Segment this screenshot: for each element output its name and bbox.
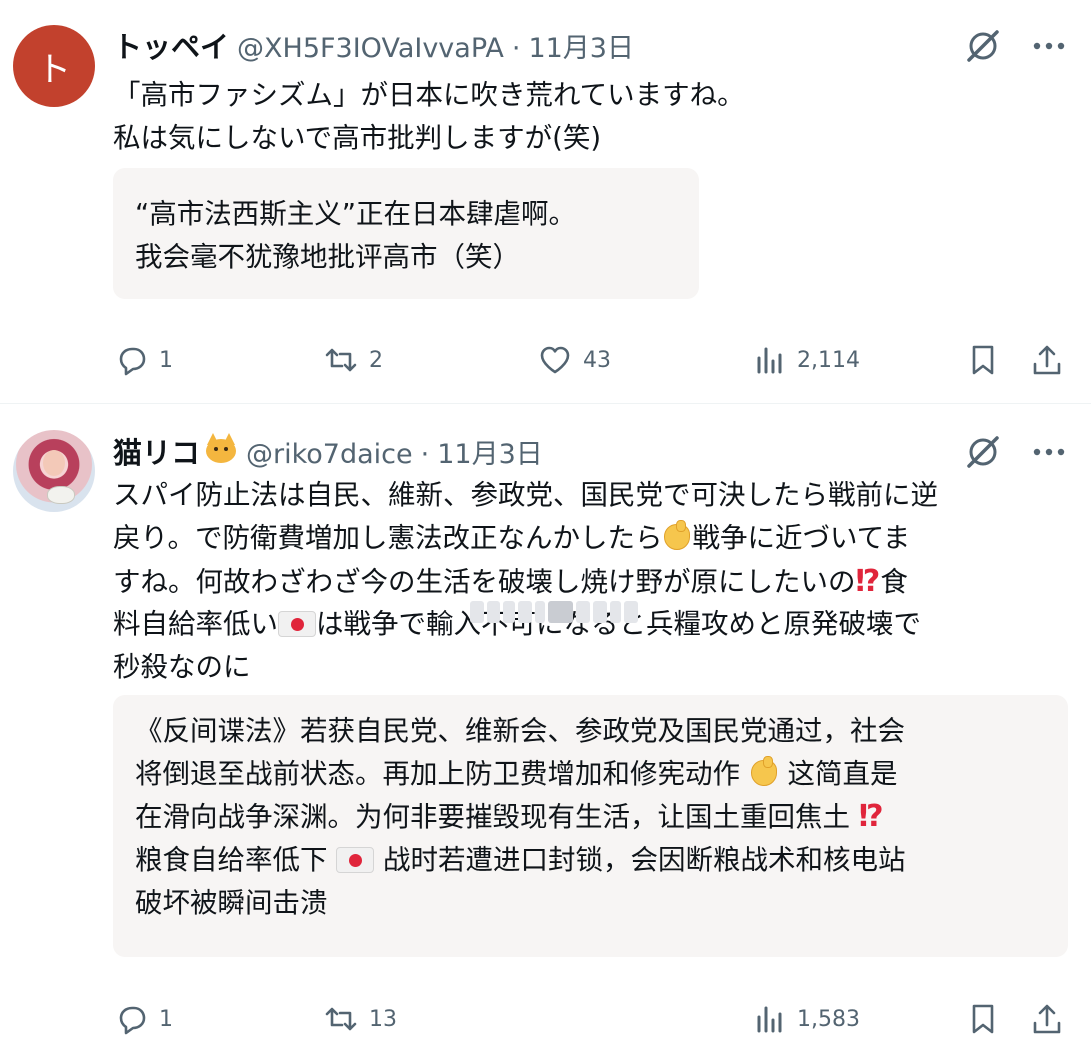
translation-box: “高市法西斯主义”正在日本肆虐啊。 我会毫不犹豫地批评高市（笑） [113, 168, 699, 299]
text-segment: 将倒退至战前状态。再加上防卫费增加和修宪动作 [135, 758, 749, 790]
like-icon [540, 346, 570, 374]
text-segment: 秒殺なのに [113, 651, 251, 683]
repost-button[interactable]: 2 [323, 338, 383, 382]
translation-box: 《反间谍法》若获自民党、维新会、参政党及国民党通过，社会 将倒退至战前状态。再加… [113, 695, 1068, 957]
share-icon [1033, 1004, 1061, 1034]
views-count: 1,583 [797, 1006, 860, 1032]
pointing-hand-icon [749, 756, 779, 787]
text-segment: 戻り。で防衛費増加し憲法改正なんかしたら [113, 522, 663, 554]
exclamation-question-icon: ⁉ [855, 564, 881, 599]
bookmark-button[interactable] [965, 338, 1001, 382]
repost-icon [325, 348, 357, 372]
separator: · [420, 439, 430, 470]
tweet-header: トッペイ @XH5F3IOVaIvvaPA · 11月3日 [113, 24, 634, 64]
bookmark-icon [972, 1004, 994, 1034]
share-button[interactable] [1029, 997, 1065, 1041]
user-handle[interactable]: @riko7daice [246, 439, 413, 470]
text-segment: 食 [880, 566, 908, 598]
tweet-header: 猫リコ @riko7daice · 11月3日 [113, 430, 543, 470]
translation-line: 粮食自给率低下 战时若遭进口封锁，会因断粮战术和核电站 [135, 839, 1046, 882]
text-segment: 粮食自给率低下 [135, 844, 337, 876]
translation-line: “高市法西斯主义”正在日本肆虐啊。 [135, 198, 576, 230]
japan-flag-icon [278, 611, 316, 637]
share-button[interactable] [1029, 338, 1065, 382]
action-bar: 1 2 43 2,114 [113, 338, 1073, 382]
tweet[interactable]: 猫リコ @riko7daice · 11月3日 スパイ防止法は自民、維新、参政党… [0, 405, 1091, 1050]
translation-line: 将倒退至战前状态。再加上防卫费增加和修宪动作 这简直是 [135, 753, 1046, 796]
watermark-overlay [470, 597, 638, 627]
tweet-text-line: 私は気にしないで高市批判しますが(笑) [113, 122, 602, 154]
text-segment: 料自給率低い [113, 608, 278, 640]
text-segment: 战时若遭进口封锁，会因断粮战术和核电站 [374, 844, 906, 876]
tweet-date[interactable]: 11月3日 [437, 432, 543, 471]
like-count: 43 [583, 347, 611, 373]
text-segment: 《反间谍法》若获自民党、维新会、参政党及国民党通过，社会 [135, 715, 905, 747]
like-button[interactable]: 43 [537, 338, 611, 382]
translation-line: 破坏被瞬间击溃 [135, 882, 1046, 925]
more-icon[interactable] [1027, 430, 1071, 474]
tweet-text-line: スパイ防止法は自民、維新、参政党、国民党で可決したら戦前に逆 [113, 474, 1063, 517]
avatar[interactable]: ト [13, 25, 95, 107]
text-segment: 破坏被瞬间击溃 [135, 887, 328, 919]
reply-button[interactable]: 1 [113, 997, 173, 1041]
tweet-date[interactable]: 11月3日 [528, 26, 634, 65]
views-button[interactable]: 2,114 [751, 338, 860, 382]
separator: · [511, 33, 521, 64]
tweet-text: スパイ防止法は自民、維新、参政党、国民党で可決したら戦前に逆 戻り。で防衛費増加… [113, 474, 1063, 689]
translation-line: 在滑向战争深渊。为何非要摧毁现有生活，让国土重回焦土 ⁉ [135, 796, 1046, 839]
reply-button[interactable]: 1 [113, 338, 173, 382]
action-bar: 1 13 1,583 [113, 997, 1073, 1041]
reply-icon [119, 347, 146, 376]
repost-button[interactable]: 13 [323, 997, 397, 1041]
display-name[interactable]: トッペイ [113, 24, 229, 66]
tweet-text-line: 秒殺なのに [113, 646, 1063, 689]
grok-icon[interactable] [961, 24, 1005, 68]
pointing-hand-icon [662, 520, 692, 551]
tweet-text-line: 戻り。で防衛費増加し憲法改正なんかしたら 戦争に近づいてま [113, 517, 1063, 560]
repost-icon [325, 1007, 357, 1031]
translation-line: 我会毫不犹豫地批评高市（笑） [135, 241, 520, 273]
more-icon[interactable] [1027, 24, 1071, 68]
tweet[interactable]: ト トッペイ @XH5F3IOVaIvvaPA · 11月3日 「高市ファシズム… [0, 0, 1091, 404]
reply-count: 1 [159, 347, 173, 373]
reply-count: 1 [159, 1006, 173, 1032]
avatar-cat [47, 486, 75, 504]
japan-flag-icon [336, 847, 375, 873]
text-segment: 这简直是 [778, 758, 898, 790]
avatar-face [43, 450, 65, 476]
views-button[interactable]: 1,583 [751, 997, 860, 1041]
bookmark-button[interactable] [965, 997, 1001, 1041]
text-segment: 戦争に近づいてま [692, 522, 911, 554]
user-handle[interactable]: @XH5F3IOVaIvvaPA [237, 33, 504, 64]
views-count: 2,114 [797, 347, 860, 373]
display-name[interactable]: 猫リコ [113, 430, 200, 472]
text-segment: スパイ防止法は自民、維新、参政党、国民党で可決したら戦前に逆 [113, 479, 938, 511]
repost-count: 2 [369, 347, 383, 373]
cat-face-icon [204, 433, 238, 463]
views-icon [757, 1006, 782, 1033]
repost-count: 13 [369, 1006, 397, 1032]
share-icon [1033, 345, 1061, 375]
bookmark-icon [972, 345, 994, 375]
exclamation-question-icon: ⁉ [858, 799, 884, 834]
tweet-text-line: 「高市ファシズム」が日本に吹き荒れていますね。 [113, 79, 745, 111]
text-segment: 在滑向战争深渊。为何非要摧毁现有生活，让国土重回焦土 [135, 801, 859, 833]
grok-icon[interactable] [961, 430, 1005, 474]
translation-line: 《反间谍法》若获自民党、维新会、参政党及国民党通过，社会 [135, 710, 1046, 753]
views-icon [757, 347, 782, 374]
avatar[interactable] [13, 430, 95, 512]
text-segment: すね。何故わざわざ今の生活を破壊し焼け野が原にしたいの [113, 566, 856, 598]
tweet-text: 「高市ファシズム」が日本に吹き荒れていますね。 私は気にしないで高市批判しますが… [113, 74, 1063, 160]
reply-icon [119, 1006, 146, 1035]
avatar-letter: ト [37, 49, 71, 90]
